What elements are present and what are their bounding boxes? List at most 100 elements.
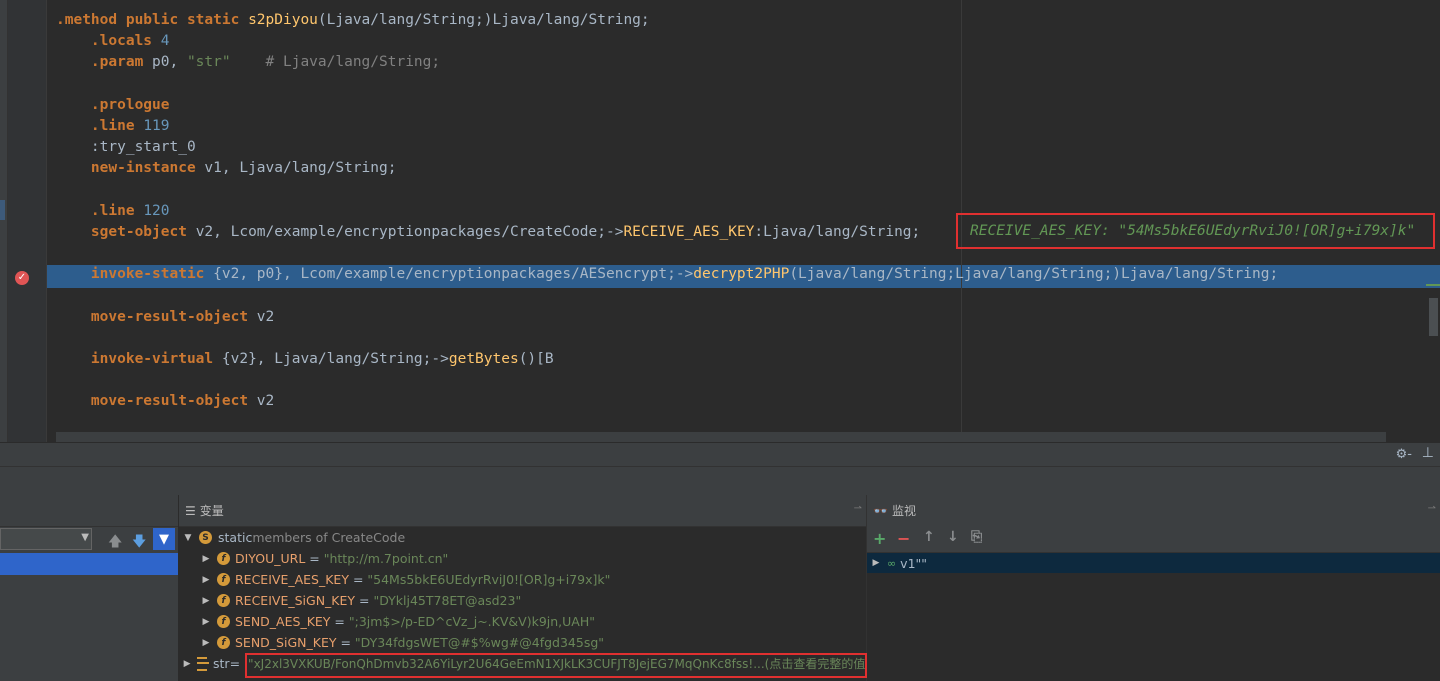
code-token: ()[B bbox=[518, 351, 554, 367]
field-row[interactable]: ▶ f RECEIVE_AES_KEY = "54Ms5bkE6UEdyrRviJ0… bbox=[179, 569, 888, 590]
vertical-scrollbar-thumb[interactable] bbox=[1429, 298, 1438, 336]
code-token: move-result-object bbox=[90, 393, 257, 410]
expanded-triangle-icon[interactable]: ▼ bbox=[183, 533, 193, 543]
code-token: move-result-object bbox=[90, 308, 257, 325]
static-icon: S bbox=[199, 531, 212, 544]
code-line[interactable]: .line 119 bbox=[56, 116, 1278, 137]
field-row[interactable]: ▶ f RECEIVE_SiGN_KEY = "DYklj45T78ET@asd23… bbox=[179, 590, 888, 611]
watches-toolbar: + − ↑ ↓ ⎘ bbox=[867, 526, 1440, 553]
editor-gutter[interactable] bbox=[8, 0, 46, 442]
code-token: 119 bbox=[143, 117, 170, 134]
error-stripe-mark bbox=[1426, 284, 1440, 286]
remove-icon[interactable]: − bbox=[897, 529, 910, 548]
code-token: .param bbox=[90, 54, 153, 71]
code-line[interactable] bbox=[56, 328, 1278, 349]
frames-header bbox=[0, 495, 178, 527]
field-row[interactable]: ▶ f SEND_AES_KEY = ";3jm$>/p-ED^cVz_j~.KV&… bbox=[179, 611, 888, 632]
collapsed-triangle-icon[interactable]: ▶ bbox=[201, 575, 211, 585]
pin-icon[interactable]: ⇀ bbox=[854, 503, 862, 514]
code-token: :Ljava/lang/String; bbox=[754, 223, 921, 240]
collapsed-triangle-icon[interactable]: ▶ bbox=[201, 638, 211, 648]
code-token: sget-object bbox=[90, 223, 196, 240]
thread-dropdown[interactable]: ▼ bbox=[0, 528, 92, 550]
add-icon[interactable]: + bbox=[873, 529, 886, 548]
code-line[interactable]: move-result-object v2 bbox=[56, 307, 1278, 328]
collapsed-triangle-icon[interactable]: ▶ bbox=[201, 617, 211, 627]
code-line[interactable] bbox=[56, 413, 1278, 434]
code-line[interactable] bbox=[56, 285, 1278, 306]
copy-icon[interactable]: ⎘ bbox=[971, 529, 982, 545]
code-line[interactable]: :try_start_0 bbox=[56, 137, 1278, 158]
static-members-node[interactable]: ▼ S static members of CreateCode bbox=[179, 527, 870, 548]
field-row[interactable]: ▶ f SEND_SiGN_KEY = "DY34fdgsWET@#$%wg#@4f… bbox=[179, 632, 888, 653]
chevron-down-icon: ▼ bbox=[81, 532, 89, 543]
code-line[interactable]: invoke-virtual {v2}, Ljava/lang/String;-… bbox=[56, 349, 1278, 370]
field-value: ";3jm$>/p-ED^cVz_j~.KV&V)k9jn,UAH" bbox=[348, 614, 595, 629]
final-field-icon: f bbox=[217, 594, 230, 607]
field-value: "DY34fdgsWET@#$%wg#@4fgd345sg" bbox=[354, 635, 605, 650]
code-token: (Ljava/lang/String;)Ljava/lang/String; bbox=[317, 12, 650, 28]
final-field-icon: f bbox=[217, 615, 230, 628]
code-token: 4 bbox=[160, 33, 170, 50]
breakpoint-check-icon[interactable]: ✓ bbox=[15, 271, 29, 285]
code-line[interactable]: .param p0, "str" # Ljava/lang/String; bbox=[56, 52, 1278, 73]
settings-gear-icon[interactable]: ⚙- bbox=[1396, 447, 1412, 462]
horizontal-scrollbar[interactable] bbox=[56, 432, 1386, 442]
code-editor[interactable]: ✓ .method public static s2pDiyou(Ljava/l… bbox=[0, 0, 1440, 442]
code-line[interactable]: .locals 4 bbox=[56, 31, 1278, 52]
arrow-down-icon[interactable]: 🡇 bbox=[132, 531, 146, 555]
list-icon: ☰ bbox=[185, 503, 196, 518]
code-line[interactable] bbox=[56, 74, 1278, 95]
code-token: v2 bbox=[256, 308, 275, 325]
code-token: .prologue bbox=[90, 96, 170, 113]
selected-frame-row[interactable] bbox=[0, 553, 178, 575]
code-line[interactable]: .method public static s2pDiyou(Ljava/lan… bbox=[56, 10, 1278, 31]
watch-item-label: v1"" bbox=[900, 555, 928, 571]
code-line[interactable]: .prologue bbox=[56, 95, 1278, 116]
field-name: SEND_SiGN_KEY bbox=[235, 635, 337, 650]
field-eq: = bbox=[348, 572, 368, 587]
final-field-icon: f bbox=[217, 573, 230, 586]
code-token: getBytes bbox=[448, 351, 519, 367]
code-token: 120 bbox=[143, 202, 170, 219]
watches-title: 监视 bbox=[891, 504, 916, 518]
collapsed-triangle-icon[interactable]: ▶ bbox=[201, 554, 211, 564]
field-row[interactable]: ▶ f DIYOU_URL = "http://m.7point.cn" bbox=[179, 548, 888, 569]
code-line[interactable] bbox=[56, 370, 1278, 391]
code-token: .line bbox=[90, 117, 144, 134]
watches-panel: 👓 监视 ⇀ + − ↑ ↓ ⎘ ▶ ∞ v1"" bbox=[867, 495, 1440, 681]
collapsed-triangle-icon[interactable]: ▶ bbox=[871, 558, 881, 568]
code-token: v1, Ljava/lang/String; bbox=[204, 160, 397, 177]
collapsed-triangle-icon[interactable]: ▶ bbox=[183, 659, 191, 669]
move-up-icon[interactable]: ↑ bbox=[923, 529, 935, 545]
filter-icon[interactable]: ▼ bbox=[153, 528, 175, 550]
hide-panel-icon[interactable]: ⊥ bbox=[1422, 445, 1434, 461]
collapsed-triangle-icon[interactable]: ▶ bbox=[201, 596, 211, 606]
code-token: {v2}, Ljava/lang/String;-> bbox=[221, 351, 449, 367]
field-name: DIYOU_URL bbox=[235, 551, 306, 566]
field-name: SEND_AES_KEY bbox=[235, 614, 331, 629]
move-down-icon[interactable]: ↓ bbox=[947, 529, 959, 545]
str-eq: = bbox=[229, 656, 241, 671]
code-line[interactable] bbox=[56, 180, 1278, 201]
field-name: RECEIVE_AES_KEY bbox=[235, 572, 349, 587]
code-token: p0, bbox=[152, 54, 187, 71]
array-icon bbox=[197, 656, 209, 671]
code-line[interactable]: new-instance v1, Ljava/lang/String; bbox=[56, 158, 1278, 179]
code-line[interactable]: move-result-object v2 bbox=[56, 391, 1278, 412]
arrow-up-icon[interactable]: 🡅 bbox=[108, 531, 122, 555]
watch-item[interactable]: ▶ ∞ v1"" bbox=[867, 553, 1440, 573]
final-field-icon: f bbox=[217, 552, 230, 565]
code-line[interactable]: invoke-static {v2, p0}, Lcom/example/enc… bbox=[56, 264, 1278, 285]
pin-icon[interactable]: ⇀ bbox=[1428, 503, 1436, 514]
field-eq: = bbox=[305, 551, 324, 566]
gutter-divider bbox=[46, 0, 47, 442]
code-token: :try_start_0 bbox=[90, 139, 196, 156]
field-eq: = bbox=[330, 614, 349, 629]
